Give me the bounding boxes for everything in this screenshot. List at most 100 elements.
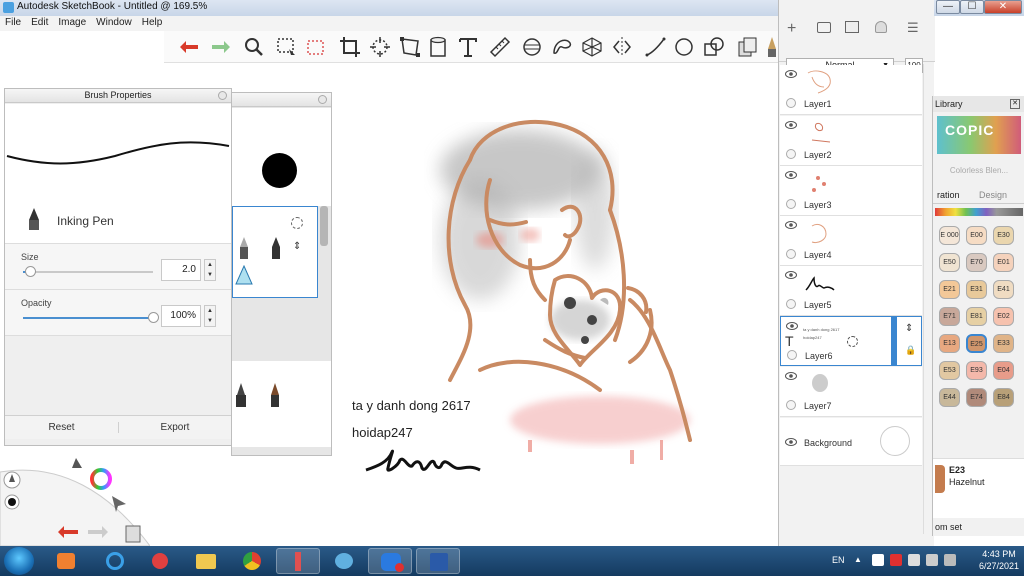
language-indicator[interactable]: EN: [832, 555, 845, 565]
eye-icon[interactable]: [785, 70, 797, 78]
brush-library-options-icon[interactable]: [318, 95, 327, 104]
tray-expand-icon[interactable]: ▲: [854, 555, 862, 564]
crop-select-icon[interactable]: [304, 35, 328, 59]
layer-item-2[interactable]: Layer2: [780, 116, 922, 166]
snipping-tool-icon[interactable]: [138, 548, 182, 574]
size-slider[interactable]: [23, 266, 153, 277]
opacity-slider-handle[interactable]: [148, 312, 159, 323]
add-layer-icon[interactable]: +: [787, 20, 796, 38]
clock-time[interactable]: 4:43 PM: [976, 549, 1022, 559]
layer-item-1[interactable]: Layer1: [780, 65, 922, 115]
ellipse-guide-icon[interactable]: [520, 35, 544, 59]
lagoon-pen-icon[interactable]: [72, 458, 82, 468]
layer-item-5[interactable]: Layer5: [780, 266, 922, 316]
layer-lock-radio[interactable]: [786, 149, 796, 159]
copic-set-label[interactable]: om set: [935, 522, 962, 532]
copic-swatch-e53[interactable]: E53: [939, 361, 960, 380]
eye-icon[interactable]: [785, 121, 797, 129]
eye-icon[interactable]: [786, 322, 798, 330]
layer-item-background[interactable]: Background: [780, 418, 922, 466]
transform-icon[interactable]: [368, 35, 392, 59]
copic-swatch-e71[interactable]: E71: [939, 307, 960, 326]
layer-item-6[interactable]: T ta y danh dong 2617 hoidap247 Layer6 ⇕…: [780, 316, 922, 366]
copic-swatch-e02[interactable]: E02: [993, 307, 1014, 326]
close-button[interactable]: ✕: [984, 0, 1022, 14]
opacity-stepper[interactable]: ▲ ▼: [204, 305, 216, 327]
copic-swatch-e25[interactable]: E25: [966, 334, 987, 353]
zoom-icon[interactable]: [242, 35, 266, 59]
copic-swatch-e000[interactable]: E 000: [939, 226, 960, 245]
sketchbook-taskbar-icon[interactable]: [276, 548, 320, 574]
menu-window[interactable]: Window: [91, 16, 137, 29]
symmetry-icon[interactable]: [610, 35, 634, 59]
delete-layer-icon[interactable]: [875, 21, 887, 33]
maximize-button[interactable]: ☐: [960, 0, 984, 14]
brush-puck-icon[interactable]: [3, 471, 21, 489]
triangle-brush-icon[interactable]: [235, 265, 253, 285]
french-curve-icon[interactable]: [550, 35, 574, 59]
layer-menu-icon[interactable]: ☰: [907, 20, 919, 36]
color-wheel-icon[interactable]: [90, 468, 112, 490]
layer-item-7[interactable]: Layer7: [780, 367, 922, 417]
copic-swatch-e50[interactable]: E50: [939, 253, 960, 272]
menu-help[interactable]: Help: [137, 16, 168, 29]
rect-select-icon[interactable]: [274, 35, 298, 59]
eye-icon[interactable]: [785, 171, 797, 179]
color-family-strip[interactable]: [935, 208, 1023, 216]
eye-icon[interactable]: [785, 438, 797, 446]
layer-lock-radio[interactable]: [786, 199, 796, 209]
minimize-button[interactable]: —: [936, 0, 960, 14]
brush-library-scrollbar[interactable]: [320, 206, 328, 246]
copic-swatch-e81[interactable]: E81: [966, 307, 987, 326]
canvas-text-1[interactable]: ta y danh dong 2617: [352, 398, 471, 413]
ellipse-tool-icon[interactable]: [672, 35, 696, 59]
tray-app-icon[interactable]: [872, 554, 884, 566]
copic-swatch-e93[interactable]: E93: [966, 361, 987, 380]
tab-design[interactable]: Design: [979, 190, 1007, 200]
airbrush-brush-icon[interactable]: [234, 383, 248, 409]
color-puck-icon[interactable]: [4, 494, 20, 510]
crop-icon[interactable]: [338, 35, 362, 59]
layer-settings-icon[interactable]: [847, 336, 858, 347]
export-button[interactable]: Export: [118, 422, 231, 433]
start-button[interactable]: [4, 547, 34, 575]
tray-device-icon[interactable]: [908, 554, 920, 566]
eye-icon[interactable]: [785, 221, 797, 229]
add-group-icon[interactable]: [817, 22, 831, 33]
text-tool-icon[interactable]: [456, 35, 480, 59]
copic-swatch-e41[interactable]: E41: [993, 280, 1014, 299]
redo-icon[interactable]: [208, 35, 232, 59]
tray-antivirus-icon[interactable]: [890, 554, 902, 566]
copic-swatch-e74[interactable]: E74: [966, 388, 987, 407]
reset-button[interactable]: Reset: [5, 422, 118, 433]
tab-illustration[interactable]: ration: [937, 190, 960, 200]
line-tool-icon[interactable]: [644, 35, 668, 59]
undo-icon[interactable]: [178, 35, 202, 59]
layer-lock-radio[interactable]: [787, 350, 797, 360]
media-player-icon[interactable]: [44, 548, 88, 574]
copic-swatch-e00[interactable]: E00: [966, 226, 987, 245]
chisel-brush-icon[interactable]: [268, 383, 282, 409]
shape-tool-icon[interactable]: [702, 35, 726, 59]
brush-set-selected[interactable]: ⇕: [232, 206, 318, 298]
word-icon[interactable]: [416, 548, 460, 574]
opacity-value-field[interactable]: 100%: [161, 305, 201, 327]
eye-icon[interactable]: [785, 271, 797, 279]
perspective-icon[interactable]: [580, 35, 604, 59]
copic-swatch-e84[interactable]: E84: [993, 388, 1014, 407]
distort-icon[interactable]: [398, 35, 422, 59]
size-slider-handle[interactable]: [24, 266, 36, 277]
lagoon-layer-icon[interactable]: [125, 525, 141, 543]
signature-drawing[interactable]: [364, 448, 482, 482]
copic-swatch-e70[interactable]: E70: [966, 253, 987, 272]
colorless-blender[interactable]: Colorless Blen...: [933, 166, 1024, 175]
pencil-brush-icon[interactable]: [237, 237, 251, 261]
brush-properties-options-icon[interactable]: [218, 91, 227, 100]
layer-item-3[interactable]: Layer3: [780, 166, 922, 216]
internet-explorer-icon[interactable]: [92, 548, 136, 574]
opacity-slider[interactable]: [23, 312, 159, 323]
copic-swatch-e44[interactable]: E44: [939, 388, 960, 407]
background-color-swatch[interactable]: [880, 426, 910, 456]
copic-swatch-e30[interactable]: E30: [993, 226, 1014, 245]
copy-layer-icon[interactable]: [736, 35, 760, 59]
